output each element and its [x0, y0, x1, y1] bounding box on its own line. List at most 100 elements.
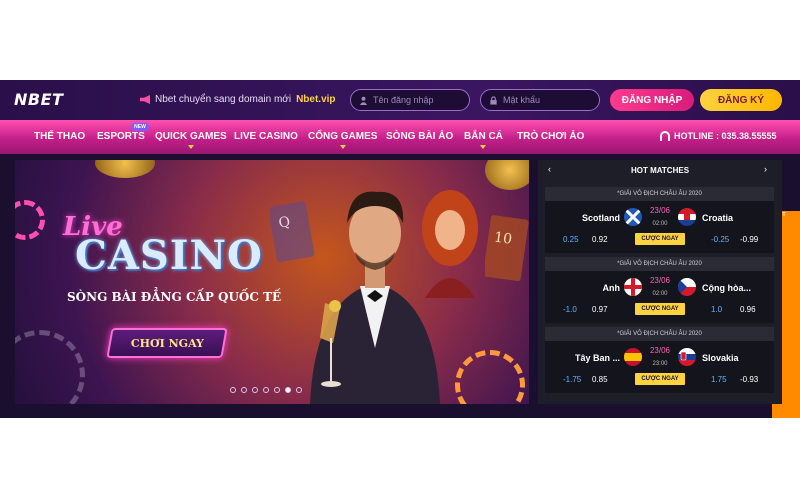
- nav-item-label: BẮN CÁ: [464, 131, 503, 142]
- nav-item-label: THỂ THAO: [34, 131, 86, 142]
- odd-home-handicap[interactable]: -1.75: [563, 375, 581, 384]
- banner-title: CASINO: [75, 232, 263, 279]
- nav-item-esports[interactable]: ESPORTS NEW: [97, 123, 149, 142]
- password-field[interactable]: [480, 89, 600, 111]
- match-card: *GIẢI VÔ ĐỊCH CHÂU ÂU 2020 Tây Ban ... 2…: [545, 327, 774, 393]
- bet-now-button[interactable]: CƯỢC NGAY: [635, 233, 685, 245]
- odd-away-handicap[interactable]: 1.0: [711, 305, 722, 314]
- slide-dot[interactable]: [230, 387, 236, 393]
- notice-text: Nbet chuyển sang domain mới: [155, 94, 292, 105]
- register-button[interactable]: ĐĂNG KÝ: [700, 89, 782, 111]
- chevron-down-icon: [339, 145, 346, 149]
- odd-home-price[interactable]: 0.85: [592, 375, 608, 384]
- nav-item-live-casino[interactable]: LIVE CASINOHOT: [234, 131, 800, 418]
- slide-dot[interactable]: [274, 387, 280, 393]
- home-team: Scotland: [581, 213, 620, 223]
- chevron-right-icon[interactable]: ›: [764, 164, 767, 174]
- nav-item-label: TRÒ CHƠI ẢO: [517, 131, 585, 142]
- bet-now-button[interactable]: CƯỢC NGAY: [635, 373, 685, 385]
- league-name: *GIẢI VÔ ĐỊCH CHÂU ÂU 2020: [545, 257, 774, 271]
- away-team: Cộng hòa...: [702, 283, 751, 293]
- odd-away-handicap[interactable]: -0.25: [711, 235, 729, 244]
- site-screenshot: NBET Nbet chuyển sang domain mới Nbet.vi…: [0, 80, 800, 418]
- notice-domain[interactable]: Nbet.vip: [296, 94, 335, 105]
- nav-item-quick-games[interactable]: QUICK GAMES: [155, 131, 227, 149]
- match-date: 23/06: [649, 206, 671, 215]
- page: NBET Nbet chuyển sang domain mới Nbet.vi…: [0, 0, 800, 500]
- odd-home-handicap[interactable]: 0.25: [563, 235, 579, 244]
- odd-away-price[interactable]: -0.99: [740, 235, 758, 244]
- match-time: 02:00: [652, 291, 668, 297]
- username-field[interactable]: [350, 89, 470, 111]
- slide-dot[interactable]: [296, 387, 302, 393]
- nbet-logo[interactable]: NBET: [14, 90, 63, 109]
- nav-item-the-thao[interactable]: THỂ THAO: [34, 131, 85, 142]
- odd-home-handicap[interactable]: -1.0: [563, 305, 577, 314]
- slovakia-flag-icon: [678, 348, 696, 366]
- gold-coin-icon: [95, 160, 155, 178]
- match-date: 23/06: [649, 276, 671, 285]
- megaphone-icon: [140, 95, 150, 104]
- lock-icon: [490, 95, 497, 105]
- scotland-flag-icon: [624, 208, 642, 226]
- england-flag-icon: [624, 278, 642, 296]
- main-nav: THỂ THAO ESPORTS NEW QUICK GAMES LIVE CAS…: [0, 120, 800, 418]
- hot-matches-panel: HOT MATCHES ‹ › *GIẢI VÔ ĐỊCH CHÂU ÂU 20…: [538, 160, 782, 404]
- slide-dot[interactable]: [241, 387, 247, 393]
- hot-matches-title: HOT MATCHES: [630, 165, 690, 175]
- nav-item-ban-ca[interactable]: BẮN CÁ: [464, 131, 503, 149]
- live-casino-banner[interactable]: Q 10 Live CASINO SÒNG BÀI ĐẲNG CẤP QUỐC …: [15, 160, 529, 404]
- play-now-label: CHƠI NGAY: [130, 336, 204, 350]
- match-time: 02:00: [652, 221, 668, 227]
- gold-coin-icon: [485, 160, 529, 190]
- nav-item-label: ESPORTS: [97, 131, 145, 142]
- away-team: Slovakia: [702, 353, 739, 363]
- away-team: Croatia: [702, 213, 734, 223]
- hotline[interactable]: HOTLINE : 035.38.55555: [660, 131, 777, 141]
- chevron-left-icon[interactable]: ‹: [548, 164, 551, 174]
- man-with-glass-illustration: [310, 191, 440, 404]
- nav-item-cong-games[interactable]: CỔNG GAMES: [308, 131, 378, 149]
- match-card: *GIẢI VÔ ĐỊCH CHÂU ÂU 2020 Anh 23/06 02:…: [545, 257, 774, 323]
- casino-chip-icon: [455, 350, 525, 404]
- top-bar: NBET Nbet chuyển sang domain mới Nbet.vi…: [0, 80, 800, 120]
- odd-away-handicap[interactable]: 1.75: [711, 375, 727, 384]
- match-card: *GIẢI VÔ ĐỊCH CHÂU ÂU 2020 Scotland 23/0…: [545, 187, 774, 253]
- nav-item-tro-choi-ao[interactable]: TRÒ CHƠI ẢO: [517, 131, 584, 142]
- play-now-button[interactable]: CHƠI NGAY: [106, 328, 228, 358]
- username-input[interactable]: [373, 95, 463, 105]
- odd-away-price[interactable]: -0.93: [740, 375, 758, 384]
- league-name: *GIẢI VÔ ĐỊCH CHÂU ÂU 2020: [545, 187, 774, 201]
- headset-icon: [660, 131, 670, 141]
- password-input[interactable]: [503, 95, 593, 105]
- new-badge: NEW: [131, 123, 149, 131]
- casino-chip-icon: [15, 200, 45, 240]
- nav-item-label: SÒNG BÀI ẢO: [386, 131, 454, 142]
- nav-item-song-bai-ao[interactable]: SÒNG BÀI ẢO: [386, 131, 453, 142]
- home-team: Anh: [602, 283, 621, 293]
- odd-home-price[interactable]: 0.97: [592, 305, 608, 314]
- czech-flag-icon: [678, 278, 696, 296]
- slide-indicators: [230, 387, 302, 393]
- bet-now-button[interactable]: CƯỢC NGAY: [635, 303, 685, 315]
- slide-dot-active[interactable]: [285, 387, 291, 393]
- casino-chip-icon: [15, 330, 85, 404]
- user-icon: [359, 96, 368, 105]
- playing-card-icon: 10: [485, 215, 529, 282]
- nav-item-label: CỔNG GAMES: [308, 131, 378, 142]
- home-team: Tây Ban ...: [574, 353, 620, 363]
- nav-item-label: LIVE CASINO: [234, 131, 298, 142]
- slide-dot[interactable]: [263, 387, 269, 393]
- domain-notice: Nbet chuyển sang domain mới Nbet.vip: [140, 94, 336, 105]
- match-date: 23/06: [649, 346, 671, 355]
- league-name: *GIẢI VÔ ĐỊCH CHÂU ÂU 2020: [545, 327, 774, 341]
- hotline-text: HOTLINE : 035.38.55555: [674, 131, 777, 141]
- odd-away-price[interactable]: 0.96: [740, 305, 756, 314]
- odd-home-price[interactable]: 0.92: [592, 235, 608, 244]
- chevron-down-icon: [480, 145, 487, 149]
- svg-text:10: 10: [493, 229, 513, 247]
- login-button[interactable]: ĐĂNG NHẬP: [610, 89, 694, 111]
- nav-item-label: QUICK GAMES: [155, 131, 227, 142]
- slide-dot[interactable]: [252, 387, 258, 393]
- chevron-down-icon: [187, 145, 194, 149]
